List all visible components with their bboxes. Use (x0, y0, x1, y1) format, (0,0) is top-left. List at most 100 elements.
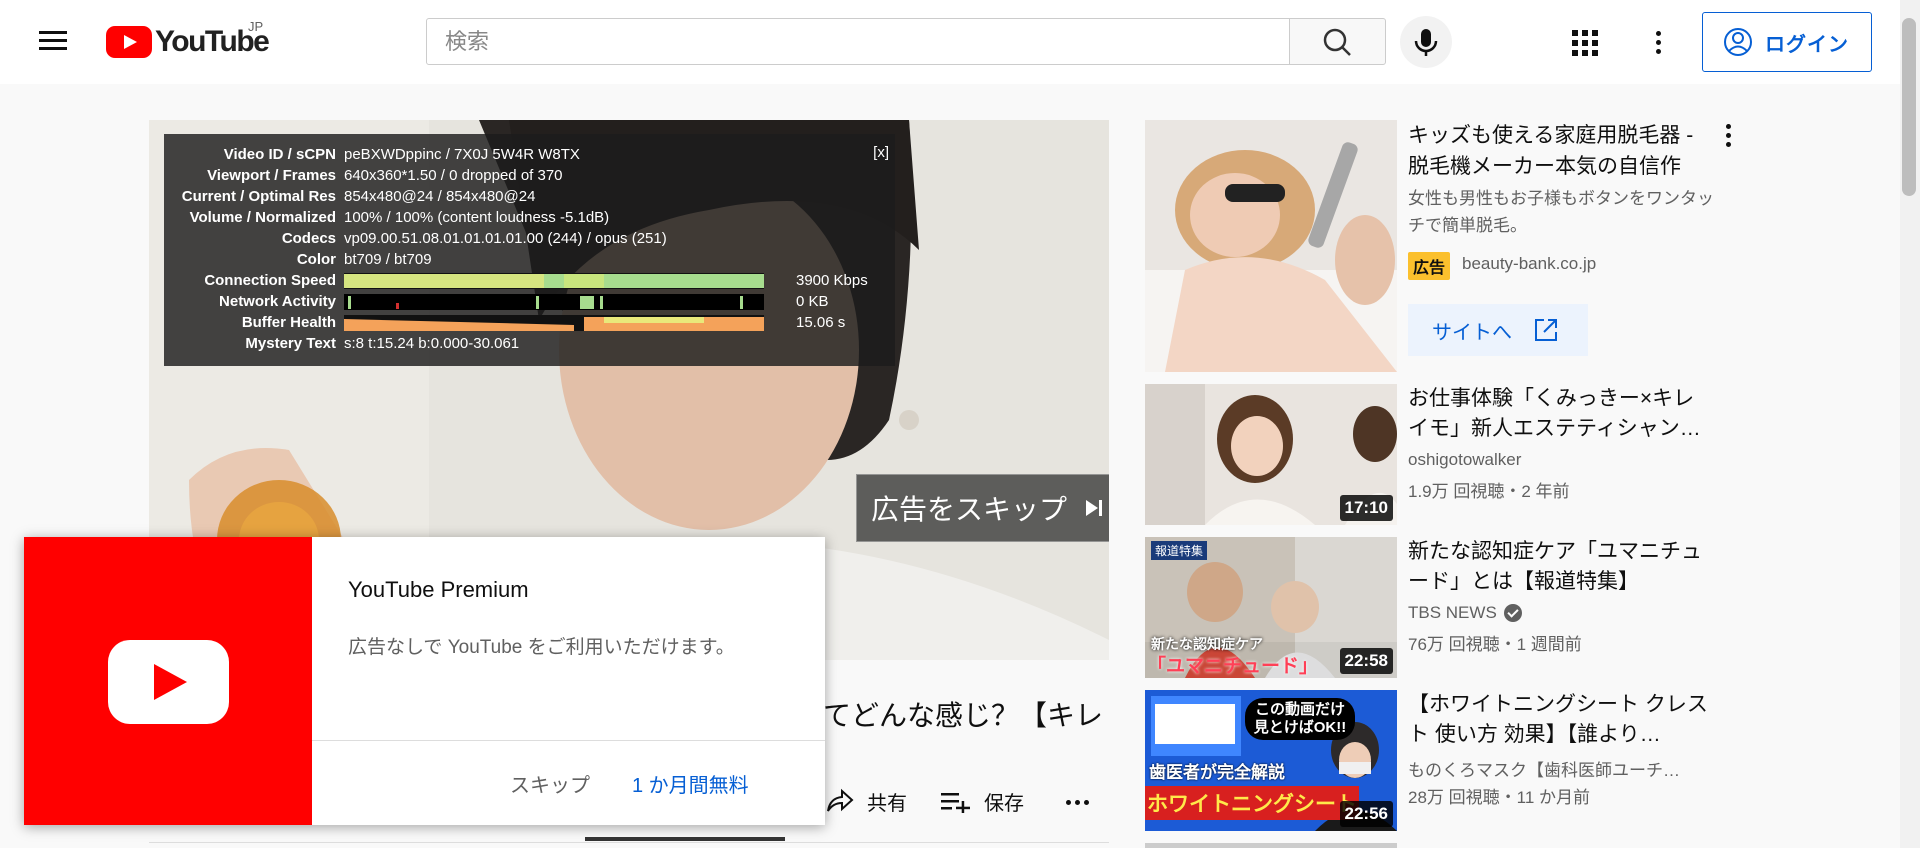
search-input[interactable] (426, 18, 1290, 65)
account-circle-icon (1724, 28, 1752, 56)
next-video-thumbnail[interactable] (1145, 843, 1397, 848)
stat-row-resolution: Current / Optimal Res 854x480@24 / 854x48… (164, 186, 895, 207)
share-button[interactable]: 共有 (825, 783, 907, 819)
apps-button[interactable] (1572, 30, 1598, 56)
ad-badge: 広告 (1408, 252, 1451, 280)
stat-row-viewport: Viewport / Frames 640x360*1.50 / 0 droppe… (164, 165, 895, 186)
related-video-item[interactable]: この動画だけ見とけばOK!! 歯医者が完全解説 ホワイトニングシート 22:56… (1145, 690, 1765, 831)
video-thumbnail[interactable]: 17:10 (1145, 384, 1397, 525)
masthead: YouTube JP ログイン (0, 0, 1900, 84)
network-activity-graph (344, 293, 764, 310)
country-code: JP (248, 19, 264, 34)
loading-indicator (585, 837, 785, 841)
login-button[interactable]: ログイン (1702, 12, 1872, 72)
stat-key: Mystery Text (245, 335, 336, 352)
connection-speed-graph (344, 272, 764, 289)
youtube-logo[interactable]: YouTube (106, 24, 270, 60)
stat-row-mystery-text: Mystery Text s:8 t:15.24 b:0.000-30.061 (164, 333, 895, 354)
stat-key: Connection Speed (204, 272, 336, 289)
hamburger-icon (39, 31, 67, 34)
divider (312, 740, 825, 741)
stats-close-button[interactable]: [x] (873, 144, 889, 161)
video-thumbnail[interactable]: この動画だけ見とけばOK!! 歯医者が完全解説 ホワイトニングシート 22:56 (1145, 690, 1397, 831)
stat-key: Buffer Health (241, 314, 336, 331)
ad-cta-label: サイトへ (1432, 321, 1512, 344)
stats-for-nerds-panel: [x] Video ID / sCPN peBXWDppinc / 7X0J 5W… (164, 134, 895, 366)
sidebar-ad-card[interactable]: キッズも使える家庭用脱毛器 - 脱毛機メーカー本気の自信作 女性も男性もお子様も… (1145, 120, 1745, 372)
stat-value: peBXWDppinc / 7X0J 5W4R W8TX (344, 146, 580, 163)
stat-value: 640x360*1.50 / 0 dropped of 370 (344, 167, 563, 184)
premium-skip-button[interactable]: スキップ (510, 769, 590, 798)
video-meta: 1.9万 回視聴・2 年前 (1408, 482, 1570, 501)
thumbnail-caption-large: 「ユマニチュード」 (1147, 656, 1319, 677)
save-button[interactable]: 保存 (940, 783, 1024, 819)
video-duration: 17:10 (1339, 495, 1393, 521)
ad-visit-site-button[interactable]: サイトへ (1408, 304, 1588, 356)
stat-row-connection-speed: Connection Speed 3900 Kbps (164, 270, 895, 291)
video-title[interactable]: お仕事体験「くみっきー×キレイモ」新人エステティシャン… (1408, 384, 1708, 444)
stat-key: Codecs (281, 230, 336, 247)
divider (149, 842, 1109, 843)
premium-promo-art (24, 537, 312, 825)
search-button[interactable] (1289, 18, 1386, 65)
verified-badge-icon (1503, 604, 1522, 622)
video-title: てどんな感じ？【キレ (823, 700, 1104, 731)
video-thumbnail[interactable]: 報道特集 新たな認知症ケア 「ユマニチュード」 22:58 (1145, 537, 1397, 678)
ad-title[interactable]: キッズも使える家庭用脱毛器 - 脱毛機メーカー本気の自信作 (1408, 120, 1718, 182)
skip-next-icon (1086, 500, 1103, 516)
stat-value: 854x480@24 / 854x480@24 (344, 188, 536, 205)
buffer-health-graph (344, 314, 764, 331)
channel-name[interactable]: ものくろマスク【歯科医師ユーチ… (1408, 756, 1680, 781)
login-label: ログイン (1765, 33, 1849, 56)
more-actions-button[interactable] (1066, 798, 1092, 808)
stat-row-color: Color bt709 / bt709 (164, 249, 895, 270)
video-duration: 22:58 (1339, 648, 1393, 674)
thumbnail-headline: 歯医者が完全解説 (1149, 758, 1285, 783)
video-title[interactable]: 新たな認知症ケア「ユマニチュード」とは【報道特集】 (1408, 537, 1708, 597)
ad-image (1145, 120, 1397, 372)
channel-name[interactable]: oshigotowalker (1408, 450, 1521, 470)
stat-key: Viewport / Frames (207, 167, 336, 184)
related-video-item[interactable]: 報道特集 新たな認知症ケア 「ユマニチュード」 22:58 新たな認知症ケア「ユ… (1145, 537, 1765, 678)
stat-key: Current / Optimal Res (181, 188, 336, 205)
scrollbar-thumb[interactable] (1902, 18, 1916, 196)
open-in-new-icon (1535, 319, 1557, 341)
ad-thumbnail[interactable] (1145, 120, 1397, 372)
youtube-logo-icon (106, 26, 152, 58)
premium-free-trial-button[interactable]: 1 か月間無料 (632, 769, 749, 798)
guide-menu-button[interactable] (36, 27, 70, 57)
save-label: 保存 (984, 792, 1024, 815)
search-icon (1323, 28, 1351, 56)
premium-description: 広告なしで YouTube をご利用いただけます。 (348, 637, 735, 658)
stat-key: Volume / Normalized (189, 209, 336, 226)
premium-promo-body: YouTube Premium 広告なしで YouTube をご利用いただけます… (312, 537, 825, 825)
stat-row-codecs: Codecs vp09.00.51.08.01.01.01.01.00 (244)… (164, 228, 895, 249)
skip-ad-button[interactable]: 広告をスキップ (856, 474, 1109, 542)
channel-name[interactable]: TBS NEWS (1408, 603, 1522, 623)
related-video-item[interactable]: 17:10 お仕事体験「くみっきー×キレイモ」新人エステティシャン… oshig… (1145, 384, 1765, 525)
playlist-add-icon (941, 793, 970, 813)
stat-row-volume: Volume / Normalized 100% / 100% (content … (164, 207, 895, 228)
premium-title: YouTube Premium (348, 577, 529, 602)
voice-search-button[interactable] (1400, 16, 1452, 68)
video-title[interactable]: 【ホワイトニングシート クレスト 使い方 効果】【誰より… (1408, 690, 1708, 750)
stat-row-video-id: Video ID / sCPN peBXWDppinc / 7X0J 5W4R W… (164, 144, 895, 165)
channel-name-text: TBS NEWS (1408, 603, 1497, 622)
thumbnail-bubble: この動画だけ見とけばOK!! (1245, 698, 1355, 740)
video-duration: 22:56 (1339, 801, 1393, 827)
youtube-play-icon (108, 640, 229, 724)
hamburger-icon-line (39, 47, 67, 50)
stat-value: 15.06 s (796, 314, 846, 331)
stat-key: Network Activity (219, 293, 336, 310)
stat-value: bt709 / bt709 (344, 251, 432, 268)
stat-key: Video ID / sCPN (223, 146, 336, 163)
settings-more-button[interactable] (1648, 28, 1668, 56)
microphone-icon (1414, 29, 1438, 56)
stat-value: 3900 Kbps (796, 272, 868, 289)
ad-domain: beauty-bank.co.jp (1462, 254, 1597, 273)
ad-more-button[interactable] (1724, 124, 1734, 152)
thumbnail-headline-large: ホワイトニングシート (1145, 786, 1359, 820)
skip-ad-label: 広告をスキップ (871, 494, 1068, 525)
video-meta: 28万 回視聴・11 か月前 (1408, 788, 1591, 807)
video-meta: 76万 回視聴・1 週間前 (1408, 635, 1582, 654)
